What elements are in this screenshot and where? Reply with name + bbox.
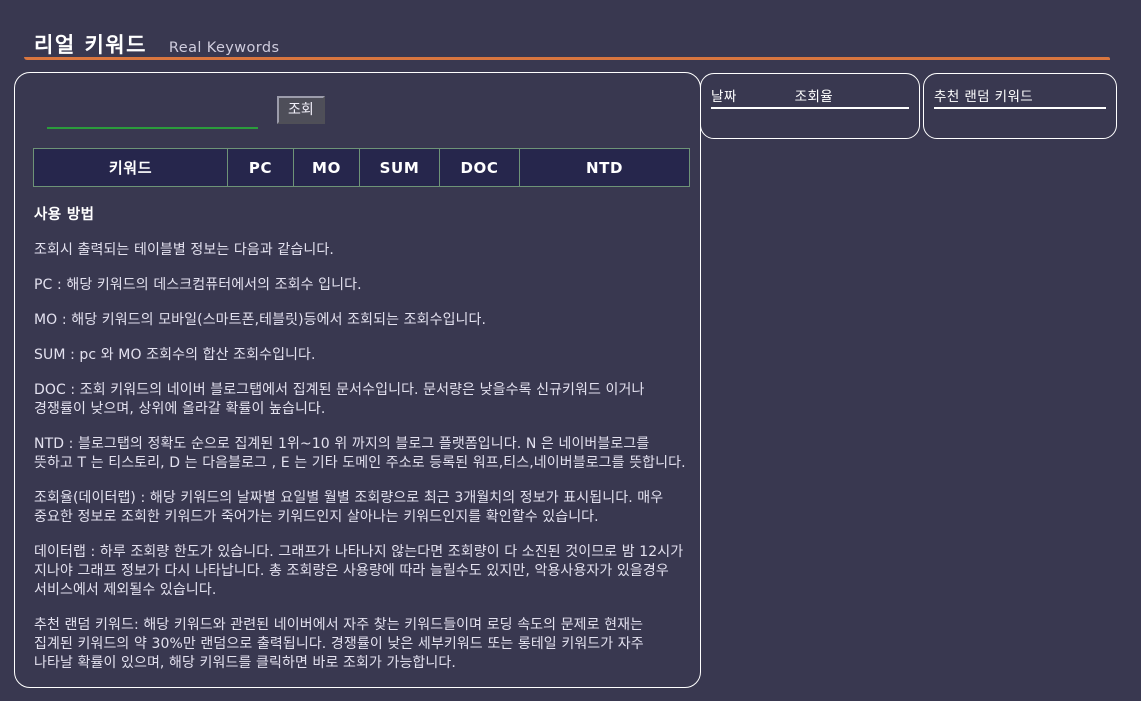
brand-title-en: Real Keywords — [168, 40, 280, 56]
usage-paragraph-ntd: NTD : 블로그탭의 정확도 순으로 집계된 1위~10 위 까지의 블로그 … — [34, 436, 686, 471]
random-keyword-panel: 추천 랜덤 키워드 — [923, 73, 1117, 139]
column-header-sum[interactable]: SUM — [359, 148, 440, 187]
column-header-mo[interactable]: MO — [293, 148, 360, 187]
column-header-rate: 조회율 — [794, 88, 834, 105]
search-rate-panel-body — [711, 112, 909, 132]
usage-paragraph-random-keyword: 추천 랜덤 키워드: 해당 키워드와 관련된 네이버에서 자주 찾는 키워드들이… — [34, 617, 644, 671]
search-submit-button[interactable]: 조회 — [277, 96, 325, 124]
usage-paragraph-doc: DOC : 조회 키워드의 네이버 블로그탭에서 집계된 문서수입니다. 문서량… — [34, 382, 645, 417]
random-keyword-panel-title: 추천 랜덤 키워드 — [934, 88, 1034, 105]
usage-paragraph-sum: SUM : pc 와 MO 조회수의 합산 조회수입니다. — [34, 347, 316, 363]
brand: 리얼 키워드 Real Keywords — [34, 29, 279, 59]
table-header-row: 키워드 PC MO SUM DOC NTD — [33, 148, 690, 187]
usage-paragraph-intro: 조회시 출력되는 테이블별 정보는 다음과 같습니다. — [34, 242, 334, 258]
keyword-search-input[interactable] — [47, 103, 258, 129]
search-row: 조회 — [34, 95, 674, 141]
random-keyword-panel-body — [934, 112, 1106, 132]
random-keyword-panel-header: 추천 랜덤 키워드 — [934, 84, 1106, 105]
search-rate-panel: 날짜 조회율 — [700, 73, 920, 139]
random-keyword-panel-divider — [934, 107, 1106, 109]
brand-title-ko: 리얼 키워드 — [34, 33, 147, 57]
usage-section: 사용 방법 조회시 출력되는 테이블별 정보는 다음과 같습니다. PC : 해… — [34, 203, 686, 689]
column-header-doc[interactable]: DOC — [439, 148, 520, 187]
main-panel: 조회 키워드 PC MO SUM DOC NTD 사용 방법 조회시 출력되는 … — [14, 72, 701, 688]
usage-paragraph-rate: 조회율(데이터랩) : 해당 키워드의 날짜별 요일별 월별 조회량으로 최근 … — [34, 490, 664, 525]
column-header-keyword[interactable]: 키워드 — [33, 148, 228, 187]
column-header-ntd[interactable]: NTD — [519, 148, 690, 187]
column-header-pc[interactable]: PC — [227, 148, 294, 187]
usage-paragraph-datalab: 데이터랩 : 하루 조회량 한도가 있습니다. 그래프가 나타나지 않는다면 조… — [34, 544, 684, 598]
search-rate-panel-divider — [711, 107, 909, 109]
site-header: 리얼 키워드 Real Keywords — [0, 0, 1141, 62]
keyword-result-table: 키워드 PC MO SUM DOC NTD — [33, 148, 690, 187]
usage-paragraph-mo: MO : 해당 키워드의 모바일(스마트폰,테블릿)등에서 조회되는 조회수입니… — [34, 312, 487, 328]
usage-title: 사용 방법 — [34, 207, 95, 223]
column-header-date: 날짜 — [711, 88, 737, 105]
header-accent-rule — [24, 57, 1110, 60]
search-rate-panel-header: 날짜 조회율 — [711, 84, 909, 105]
usage-paragraph-pc: PC : 해당 키워드의 데스크컴퓨터에서의 조회수 입니다. — [34, 277, 362, 293]
